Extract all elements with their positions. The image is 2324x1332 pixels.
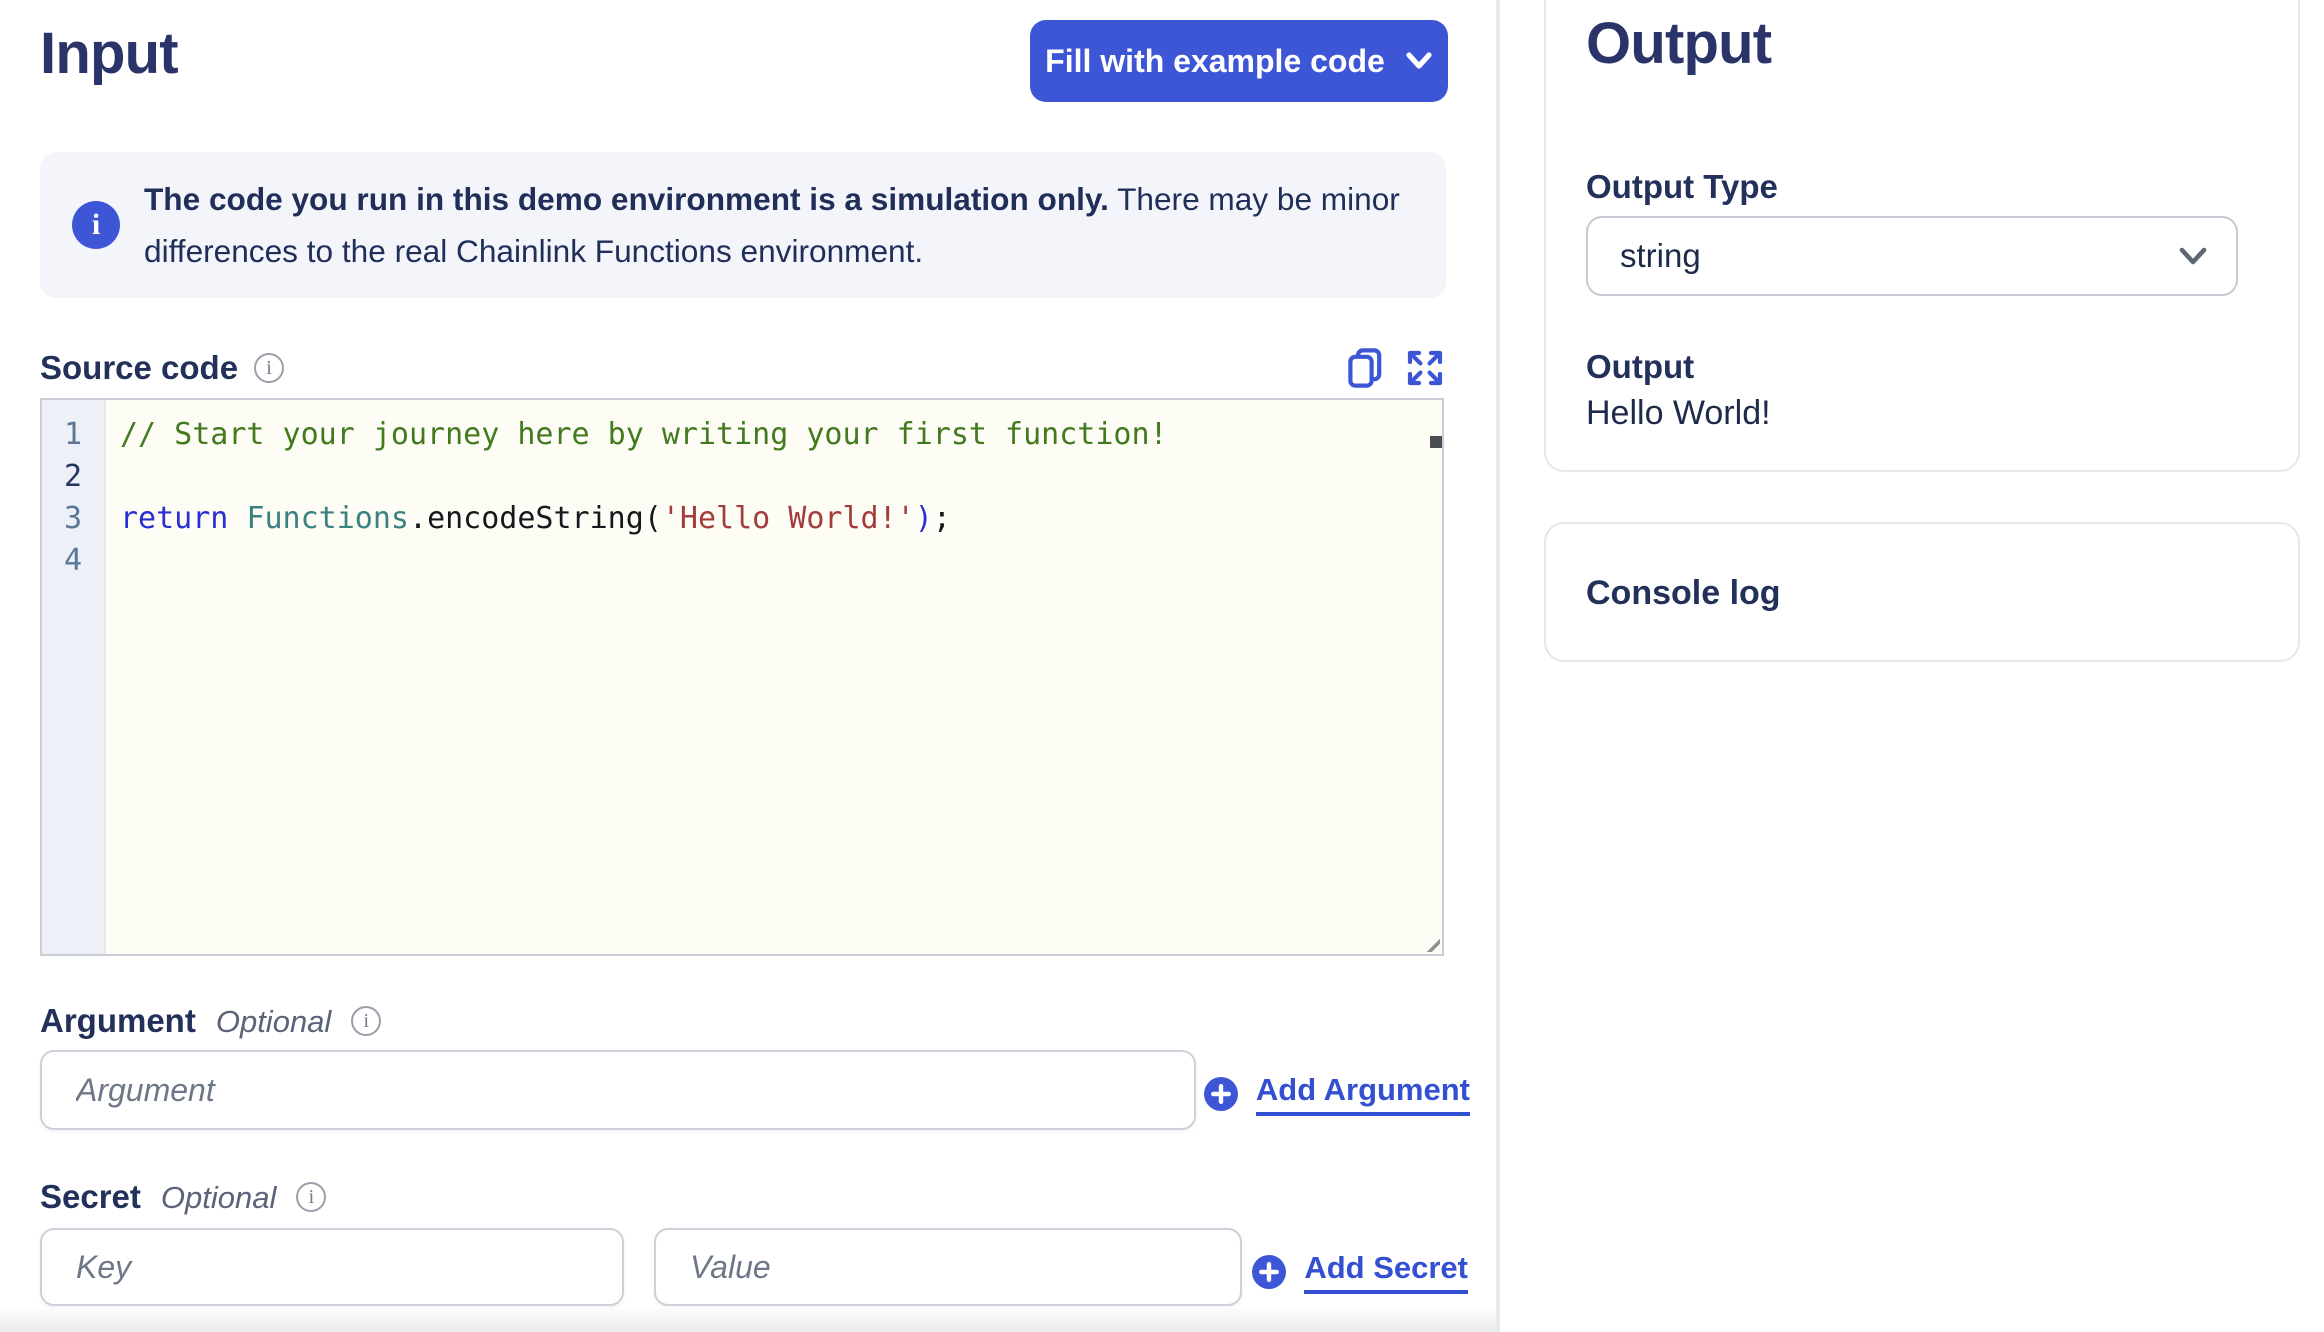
plus-circle-icon: [1252, 1255, 1287, 1289]
expand-icon: [1406, 349, 1444, 387]
editor-gutter: 1 2 3 4: [42, 400, 106, 954]
banner-text: The code you run in this demo environmen…: [144, 173, 1406, 277]
copy-code-button[interactable]: [1348, 348, 1382, 388]
line-number: 2: [63, 459, 83, 494]
info-icon: i: [72, 201, 120, 249]
output-card: Output Output Type string Output Hello W…: [1544, 0, 2300, 472]
argument-label: Argument: [40, 1002, 196, 1039]
line-number: 1: [63, 417, 83, 452]
left-panel-bottom-edge: [0, 1308, 1496, 1332]
source-code-editor[interactable]: 1 2 3 4 // Start your journey here by writi…: [40, 398, 1444, 956]
copy-icon: [1348, 348, 1382, 388]
output-result-label: Output: [1586, 348, 1695, 385]
source-code-info-icon[interactable]: i: [254, 353, 285, 383]
output-type-select[interactable]: string: [1586, 216, 2238, 296]
line-number: 3: [63, 501, 83, 536]
output-type-selected-value: string: [1620, 237, 1701, 274]
argument-input[interactable]: [40, 1050, 1196, 1130]
banner-text-bold: The code you run in this demo environmen…: [144, 181, 1109, 217]
source-code-label: Source code: [40, 349, 239, 386]
argument-info-icon[interactable]: i: [351, 1006, 382, 1036]
fill-with-example-code-button[interactable]: Fill with example code: [1030, 20, 1448, 102]
expand-editor-button[interactable]: [1406, 349, 1444, 387]
fill-button-label: Fill with example code: [1045, 42, 1385, 79]
secret-value-input[interactable]: [654, 1228, 1242, 1306]
input-panel-title: Input: [40, 21, 179, 86]
argument-optional-label: Optional: [215, 1004, 332, 1039]
secret-label: Secret: [40, 1178, 141, 1215]
output-panel-title: Output: [1586, 11, 1772, 76]
console-log-card: Console log: [1544, 522, 2300, 662]
add-argument-button[interactable]: Add Argument: [1203, 1072, 1470, 1116]
secret-optional-label: Optional: [160, 1180, 277, 1215]
add-secret-button[interactable]: Add Secret: [1252, 1250, 1468, 1294]
secret-key-input[interactable]: [40, 1228, 624, 1306]
add-secret-label: Add Secret: [1304, 1250, 1468, 1294]
plus-circle-icon: [1203, 1077, 1238, 1111]
panel-divider: [1496, 0, 1500, 1332]
functions-playground: Input Fill with example code i The code …: [0, 0, 2324, 1332]
line-number: 4: [63, 543, 83, 578]
add-argument-label: Add Argument: [1255, 1072, 1470, 1116]
simulation-notice-banner: i The code you run in this demo environm…: [40, 152, 1446, 298]
editor-code-lines[interactable]: // Start your journey here by writing yo…: [106, 400, 1426, 954]
code-line: return Functions.encodeString('Hello Wor…: [120, 501, 951, 536]
source-code-header-row: Source code i: [40, 348, 1444, 388]
output-result-value: Hello World!: [1586, 394, 1771, 432]
console-log-label: Console log: [1586, 574, 1781, 612]
editor-scrollbar-thumb[interactable]: [1430, 436, 1442, 448]
secret-info-icon[interactable]: i: [296, 1182, 327, 1212]
chevron-down-icon: [2178, 246, 2208, 266]
chevron-down-icon: [1405, 52, 1433, 70]
argument-label-row: Argument Optional i: [40, 1002, 382, 1040]
code-line: // Start your journey here by writing yo…: [120, 417, 1168, 452]
output-type-label: Output Type: [1586, 168, 1778, 205]
secret-label-row: Secret Optional i: [40, 1178, 327, 1216]
